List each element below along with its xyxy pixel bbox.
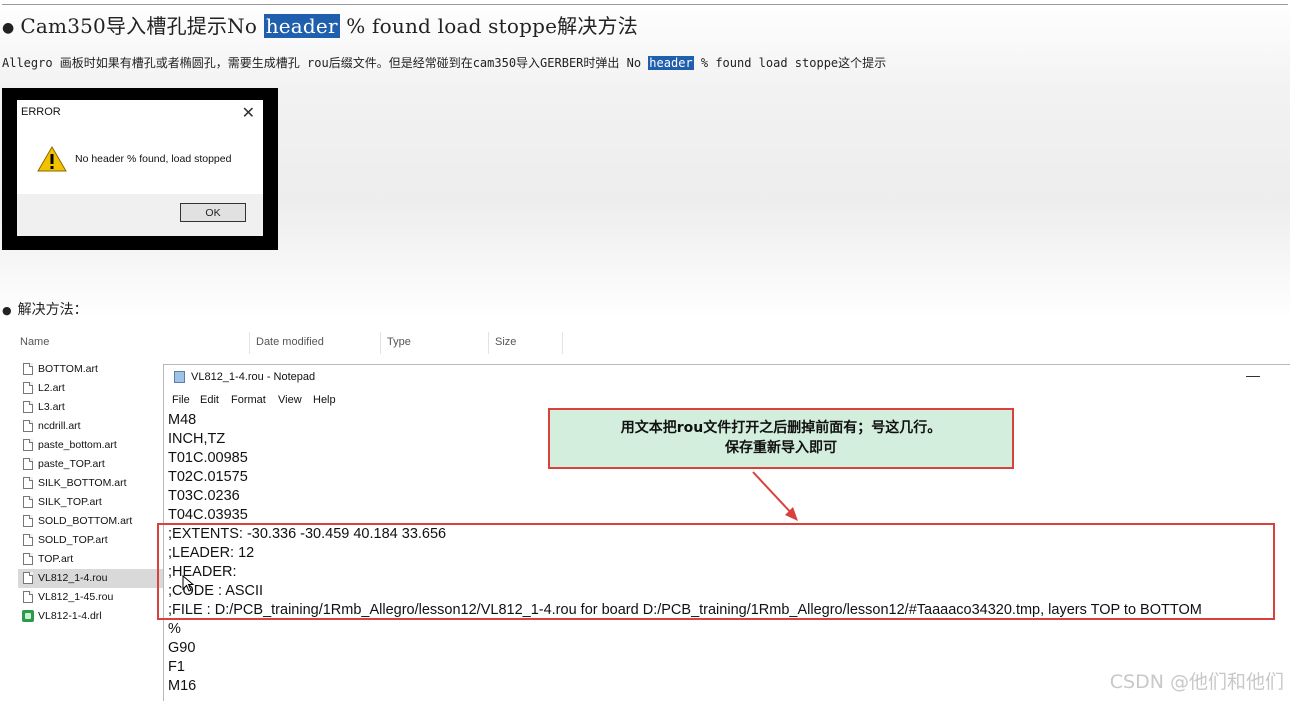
column-separator <box>380 332 381 354</box>
file-row[interactable]: SILK_TOP.art <box>18 493 163 512</box>
desc-highlight: header <box>648 56 694 70</box>
column-date-modified[interactable]: Date modified <box>256 336 324 348</box>
bullet-icon: ● <box>2 19 15 36</box>
file-icon <box>23 458 33 470</box>
file-name: L2.art <box>38 382 65 394</box>
file-name: SILK_BOTTOM.art <box>38 477 127 489</box>
notepad-icon <box>174 371 185 383</box>
file-icon <box>23 534 33 546</box>
file-name: L3.art <box>38 401 65 413</box>
file-icon <box>23 382 33 394</box>
title-prefix: Cam350导入槽孔提示No <box>20 14 264 38</box>
article-description: Allegro 画板时如果有槽孔或者椭圆孔，需要生成槽孔 rou后缀文件。但是经… <box>2 54 886 71</box>
text-line: % <box>168 621 181 637</box>
watermark: CSDN @他们和他们 <box>1109 671 1284 693</box>
section-label: 解决方法： <box>17 302 88 318</box>
mouse-cursor-icon <box>182 575 195 592</box>
callout-line-1: 用文本把rou文件打开之后删掉前面有；号这几行。 <box>620 420 942 436</box>
title-suffix: % found load stoppe解决方法 <box>339 14 638 38</box>
column-type[interactable]: Type <box>387 336 411 348</box>
desc-suffix: % found load stoppe这个提示 <box>693 56 887 70</box>
text-line: T03C.0236 <box>168 488 240 504</box>
text-line: G90 <box>168 640 196 656</box>
file-name: SOLD_BOTTOM.art <box>38 515 133 527</box>
menu-help[interactable]: Help <box>313 394 336 406</box>
explorer-column-header: Name Date modified Type Size <box>0 332 1290 354</box>
file-icon <box>23 477 33 489</box>
file-name: SOLD_TOP.art <box>38 534 108 546</box>
column-separator <box>488 332 489 354</box>
dialog-title: ERROR <box>21 106 61 118</box>
file-icon <box>23 496 33 508</box>
notepad-title: VL812_1-4.rou - Notepad <box>191 371 316 383</box>
file-name: VL812-1-4.drl <box>38 610 102 622</box>
file-row[interactable]: SOLD_BOTTOM.art <box>18 512 163 531</box>
menu-edit[interactable]: Edit <box>200 394 219 406</box>
menu-file[interactable]: File <box>172 394 190 406</box>
file-row[interactable]: TOP.art <box>18 550 163 569</box>
dialog-body: No header % found, load stopped <box>17 126 263 194</box>
column-name[interactable]: Name <box>20 336 49 348</box>
file-row[interactable]: ncdrill.art <box>18 417 163 436</box>
bullet-icon: ● <box>2 303 12 317</box>
file-name: BOTTOM.art <box>38 363 98 375</box>
error-dialog: ERROR ✕ No header % found, load stopped … <box>17 100 263 236</box>
file-name: paste_bottom.art <box>38 439 117 451</box>
column-separator <box>562 332 563 354</box>
file-row[interactable]: L2.art <box>18 379 163 398</box>
ok-button[interactable]: OK <box>180 203 246 222</box>
minimize-icon[interactable]: — <box>1246 367 1260 383</box>
text-line: T02C.01575 <box>168 469 248 485</box>
column-separator <box>249 332 250 354</box>
section-heading: ● 解决方法： <box>2 299 88 319</box>
file-row[interactable]: VL812_1-45.rou <box>18 588 163 607</box>
callout-line-2: 保存重新导入即可 <box>725 440 837 456</box>
file-icon <box>23 401 33 413</box>
file-name: VL812_1-4.rou <box>38 572 108 584</box>
notepad-menubar: File Edit Format View Help <box>164 391 1290 409</box>
file-icon <box>23 591 33 603</box>
dialog-message: No header % found, load stopped <box>75 153 232 165</box>
file-icon <box>23 363 33 375</box>
column-size[interactable]: Size <box>495 336 516 348</box>
file-icon <box>23 420 33 432</box>
file-row[interactable]: L3.art <box>18 398 163 417</box>
file-row[interactable]: SOLD_TOP.art <box>18 531 163 550</box>
warning-icon <box>37 146 67 172</box>
menu-format[interactable]: Format <box>231 394 266 406</box>
file-name: ncdrill.art <box>38 420 81 432</box>
file-name: VL812_1-45.rou <box>38 591 114 603</box>
menu-view[interactable]: View <box>278 394 302 406</box>
annotation-callout: 用文本把rou文件打开之后删掉前面有；号这几行。 保存重新导入即可 <box>548 408 1014 469</box>
file-icon <box>23 553 33 565</box>
file-icon <box>23 515 33 527</box>
file-name: TOP.art <box>38 553 74 565</box>
drill-file-icon <box>22 610 34 622</box>
file-row[interactable]: VL812-1-4.drl <box>18 607 163 626</box>
file-icon <box>23 572 33 584</box>
close-icon[interactable]: ✕ <box>242 103 255 123</box>
file-row[interactable]: paste_bottom.art <box>18 436 163 455</box>
file-row[interactable]: BOTTOM.art <box>18 360 163 379</box>
file-name: paste_TOP.art <box>38 458 105 470</box>
title-highlight: header <box>263 14 340 38</box>
file-name: SILK_TOP.art <box>38 496 102 508</box>
article-title: ● Cam350导入槽孔提示No header % found load stop… <box>2 10 638 39</box>
file-icon <box>23 439 33 451</box>
annotation-arrow-icon <box>752 471 798 521</box>
file-list: BOTTOM.art L2.art L3.art ncdrill.art pas… <box>18 360 163 626</box>
file-row-selected[interactable]: VL812_1-4.rou <box>18 569 163 588</box>
highlight-box <box>157 523 1275 620</box>
top-divider <box>2 4 1288 5</box>
file-row[interactable]: paste_TOP.art <box>18 455 163 474</box>
file-row[interactable]: SILK_BOTTOM.art <box>18 474 163 493</box>
notepad-titlebar: VL812_1-4.rou - Notepad — <box>164 365 1290 389</box>
dialog-titlebar: ERROR ✕ <box>17 100 263 126</box>
desc-prefix: Allegro 画板时如果有槽孔或者椭圆孔，需要生成槽孔 rou后缀文件。但是经… <box>2 56 649 70</box>
